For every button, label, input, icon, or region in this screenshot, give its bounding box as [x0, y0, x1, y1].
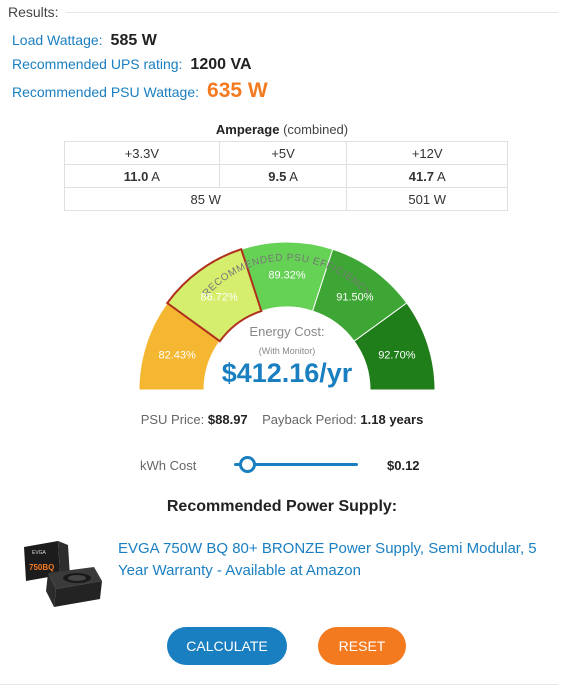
- rail-12v-amps: 41.7 A: [346, 164, 508, 188]
- psu-wattage-value: 635 W: [207, 79, 268, 102]
- calculate-button[interactable]: CALCULATE: [167, 627, 287, 665]
- kwh-cost-label: kWh Cost: [140, 458, 197, 473]
- load-wattage-label: Load Wattage:: [12, 32, 103, 48]
- rail-12v-watts: 501 W: [346, 187, 508, 211]
- payback-row: PSU Price: $88.97 Payback Period: 1.18 y…: [0, 412, 564, 427]
- recommended-psu-title: Recommended Power Supply:: [166, 498, 398, 515]
- amperage-title: Amperage (combined): [0, 122, 564, 137]
- psu-wattage-label: Recommended PSU Wattage:: [12, 84, 200, 100]
- ups-rating-label: Recommended UPS rating:: [12, 56, 183, 72]
- results-legend: Results:: [8, 4, 59, 20]
- load-wattage-value: 585 W: [110, 32, 157, 49]
- load-wattage-row: Load Wattage: 585 W: [12, 32, 157, 50]
- amperage-title-sub: (combined): [283, 122, 349, 137]
- results-divider: [66, 12, 558, 13]
- rail-12v-amps-unit: A: [436, 168, 446, 184]
- kwh-cost-value: $0.12: [387, 458, 420, 473]
- energy-cost-value: $412.16/yr: [221, 358, 353, 388]
- rail-12v-header: +12V: [346, 141, 508, 165]
- amperage-value-row: 11.0 A 9.5 A 41.7 A: [64, 164, 508, 188]
- rail-3v3-header: +3.3V: [64, 141, 220, 165]
- rail-12v-amps-value: 41.7: [408, 168, 435, 184]
- reset-button[interactable]: RESET: [318, 627, 406, 665]
- rail-3v3-amps: 11.0 A: [64, 164, 220, 188]
- rail-5v-amps-value: 9.5: [268, 168, 287, 184]
- energy-cost-label: Energy Cost:: [249, 324, 325, 339]
- ups-rating-row: Recommended UPS rating: 1200 VA: [12, 56, 252, 74]
- psu-price-label: PSU Price:: [140, 412, 205, 427]
- kwh-slider-thumb[interactable]: [239, 456, 257, 473]
- amperage-title-main: Amperage: [215, 122, 280, 137]
- amperage-header-row: +3.3V +5V +12V: [64, 141, 508, 165]
- rail-3v3-amps-unit: A: [151, 168, 160, 184]
- rail-5v-amps-unit: A: [289, 168, 298, 184]
- amperage-table: +3.3V +5V +12V 11.0 A 9.5 A 41.7 A 85 W …: [63, 141, 508, 211]
- gauge-segment-label-4: 91.50%: [336, 292, 374, 304]
- gauge-segment-label-3: 89.32%: [268, 270, 306, 282]
- energy-cost-sub: (With Monitor): [258, 346, 316, 356]
- bottom-divider: [0, 684, 558, 685]
- rail-3v3-amps-value: 11.0: [123, 168, 149, 184]
- psu-price-value: $88.97: [207, 412, 248, 427]
- product-box-model: 750BQ: [29, 563, 54, 572]
- amperage-watts-row: 85 W 501 W: [63, 187, 508, 211]
- product-link[interactable]: EVGA 750W BQ 80+ BRONZE Power Supply, Se…: [118, 538, 548, 582]
- rail-5v-header: +5V: [218, 141, 348, 165]
- low-rails-watts: 85 W: [63, 187, 348, 211]
- psu-product-image[interactable]: EVGA 750BQ: [20, 537, 106, 613]
- ups-rating-value: 1200 VA: [190, 56, 252, 73]
- gauge-segment-label-2: 86.72%: [200, 292, 238, 304]
- payback-period-value: 1.18 years: [360, 412, 424, 427]
- product-box-brand: EVGA: [32, 550, 47, 556]
- payback-period-label: Payback Period:: [262, 412, 357, 427]
- rail-5v-amps: 9.5 A: [218, 164, 348, 188]
- psu-wattage-row: Recommended PSU Wattage: 635 W: [12, 79, 268, 103]
